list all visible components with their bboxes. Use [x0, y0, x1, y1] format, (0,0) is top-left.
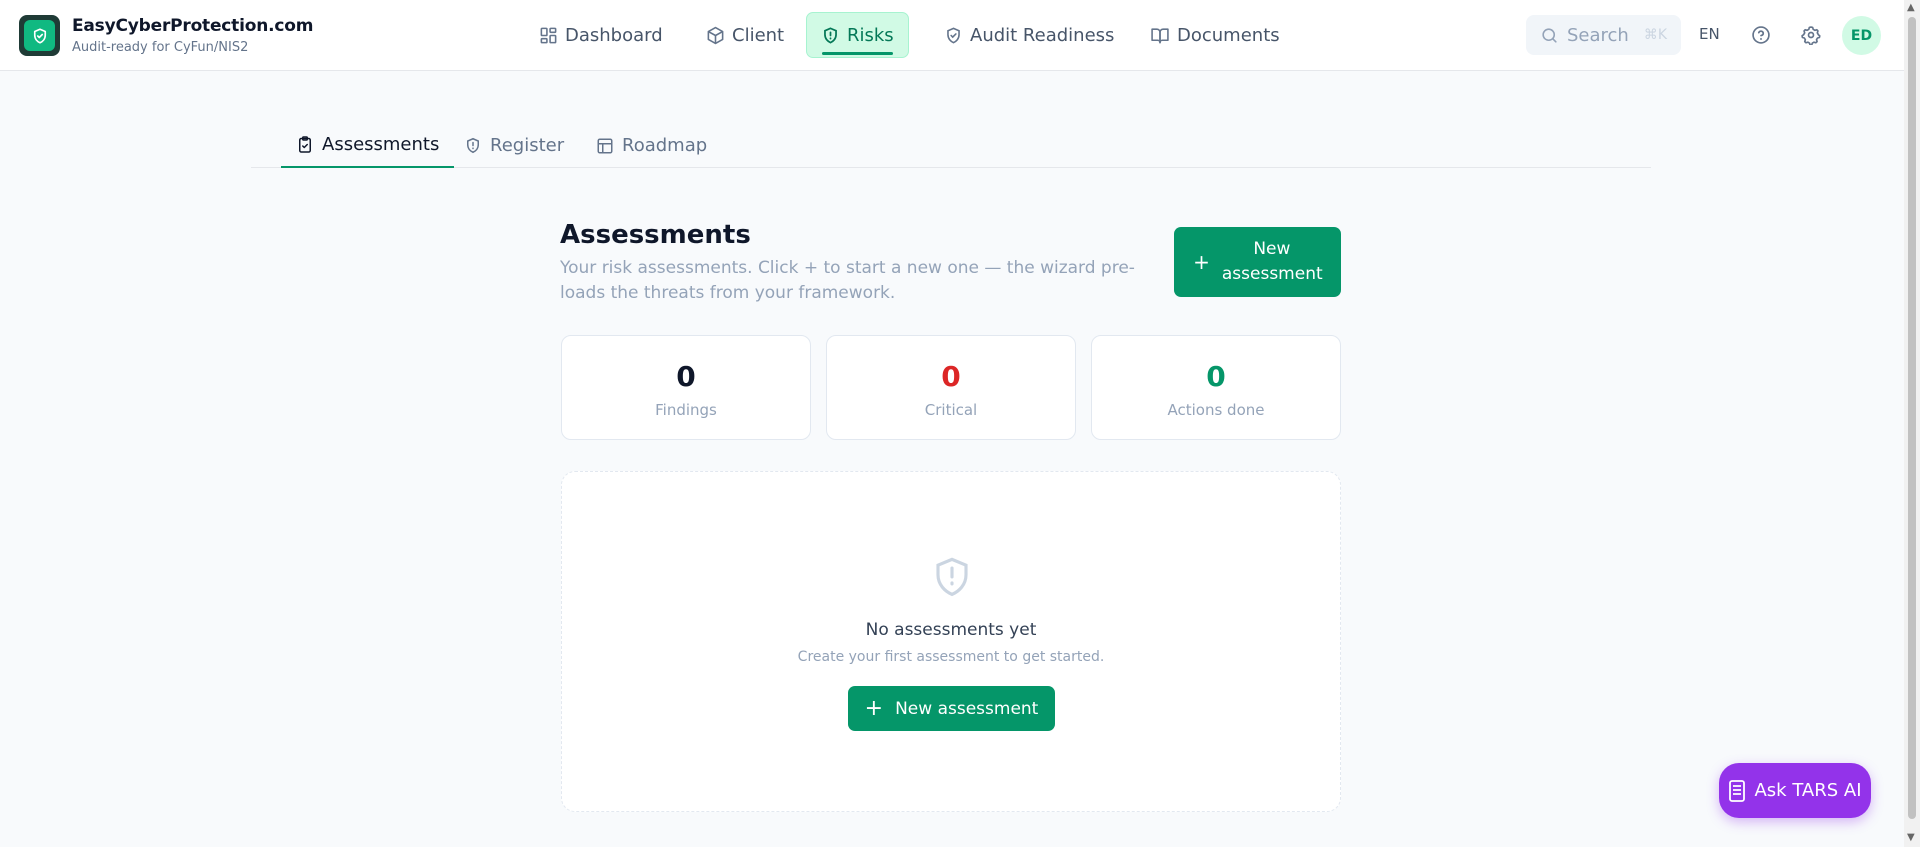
scrollbar[interactable]: ▲ ▼: [1904, 0, 1920, 847]
assistant-label: Ask TARS AI: [1754, 780, 1862, 801]
stat-label: Critical: [924, 401, 978, 419]
ask-tars-ai-button[interactable]: Ask TARS AI: [1719, 763, 1871, 818]
app-subtitle: Audit-ready for CyFun/NIS2: [72, 40, 249, 55]
nav-label: Client: [732, 24, 785, 46]
search-shortcut: ⌘K: [1643, 27, 1667, 43]
search-placeholder: Search: [1567, 24, 1629, 46]
tab-label: Assessments: [322, 134, 440, 155]
nav-label: Risks: [847, 24, 894, 46]
tab-label: Register: [490, 135, 565, 156]
avatar[interactable]: ED: [1842, 16, 1881, 55]
create-assessment-button[interactable]: + New assessment: [848, 686, 1055, 731]
stat-actions-done: 0 Actions done: [1091, 335, 1341, 440]
layout-icon: [597, 138, 613, 153]
box-icon: [707, 26, 724, 44]
settings-gear-icon[interactable]: [1799, 23, 1823, 47]
stat-value: 0: [941, 360, 961, 393]
nav-dashboard[interactable]: Dashboard: [525, 12, 677, 58]
clipboard-check-icon: [299, 136, 311, 153]
shield-alert-icon: [931, 552, 973, 604]
new-assessment-button[interactable]: + New assessment: [1174, 227, 1341, 297]
shield-check-icon: [947, 27, 960, 43]
scroll-thumb[interactable]: [1908, 17, 1916, 819]
tab-label: Roadmap: [622, 135, 708, 156]
scroll-down-icon[interactable]: ▼: [1907, 832, 1915, 843]
risk-subtabs: Assessments Register Roadmap: [251, 123, 1651, 168]
nav-audit-readiness[interactable]: Audit Readiness: [930, 12, 1128, 58]
plus-icon: +: [1193, 250, 1210, 274]
tab-register[interactable]: Register: [449, 123, 579, 168]
plus-icon: +: [864, 696, 884, 721]
robot-icon: [1729, 779, 1746, 802]
book-icon: [1151, 27, 1169, 43]
button-label: New assessment: [1221, 239, 1323, 284]
nav-label: Dashboard: [565, 24, 663, 46]
stat-value: 0: [676, 360, 696, 393]
top-bar: EasyCyberProtection.com Audit-ready for …: [0, 0, 1904, 71]
page-title: Assessments: [560, 220, 751, 250]
empty-subtitle: Create your first assessment to get star…: [797, 649, 1105, 665]
language-switcher[interactable]: EN: [1699, 25, 1720, 43]
search-box[interactable]: Search ⌘K: [1526, 15, 1681, 55]
shield-alert-icon: [824, 26, 837, 44]
app-title: EasyCyberProtection.com: [72, 16, 314, 36]
grid-icon: [540, 27, 557, 43]
shield-logo-icon: [24, 20, 55, 51]
stat-label: Findings: [655, 401, 717, 419]
nav-label: Audit Readiness: [970, 24, 1115, 46]
nav-documents[interactable]: Documents: [1136, 12, 1294, 58]
nav-client[interactable]: Client: [692, 12, 798, 58]
stat-critical: 0 Critical: [826, 335, 1076, 440]
button-label: New assessment: [895, 698, 1039, 719]
search-icon: [1542, 27, 1557, 43]
nav-risks[interactable]: Risks: [806, 12, 909, 58]
stat-value: 0: [1206, 360, 1226, 393]
nav-label: Documents: [1177, 24, 1280, 46]
empty-state: No assessments yet Create your first ass…: [561, 471, 1341, 812]
stat-findings: 0 Findings: [561, 335, 811, 440]
scroll-up-icon[interactable]: ▲: [1907, 2, 1915, 13]
shield-alert-icon: [467, 137, 479, 154]
empty-title: No assessments yet: [865, 620, 1037, 640]
tab-assessments[interactable]: Assessments: [281, 123, 455, 168]
page-description: Your risk assessments. Click + to start …: [560, 258, 1135, 303]
stat-label: Actions done: [1167, 401, 1265, 419]
help-icon[interactable]: [1749, 23, 1773, 47]
tab-roadmap[interactable]: Roadmap: [581, 123, 722, 168]
app-logo[interactable]: [19, 15, 60, 56]
